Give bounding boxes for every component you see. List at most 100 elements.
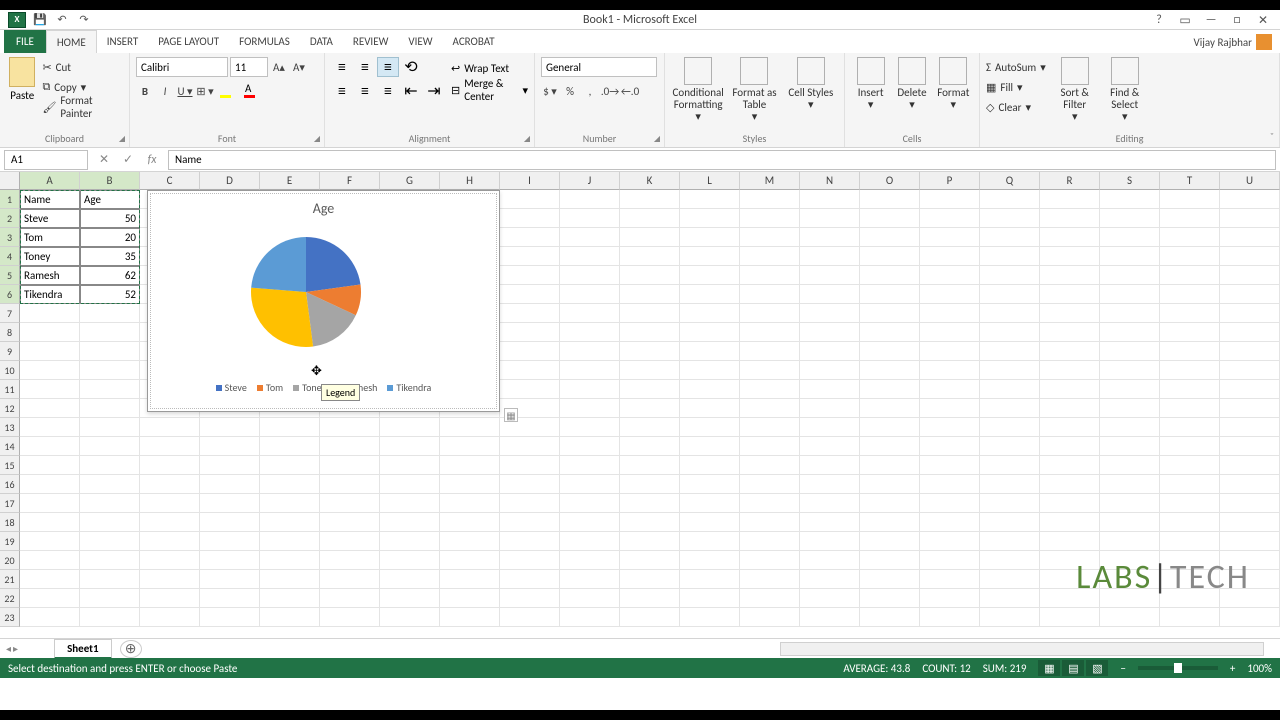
cell[interactable] — [620, 361, 680, 380]
cell[interactable] — [1160, 494, 1220, 513]
cell[interactable] — [1160, 304, 1220, 323]
conditional-formatting-button[interactable]: Conditional Formatting▾ — [671, 57, 725, 123]
cell[interactable] — [860, 342, 920, 361]
cell[interactable] — [20, 513, 80, 532]
close-icon[interactable]: ✕ — [1250, 10, 1276, 30]
cell[interactable] — [1160, 532, 1220, 551]
cell[interactable] — [500, 456, 560, 475]
cell[interactable] — [1220, 361, 1280, 380]
cell[interactable] — [80, 589, 140, 608]
cell[interactable] — [800, 399, 860, 418]
number-format-select[interactable]: General — [541, 57, 657, 77]
row-head-11[interactable]: 11 — [0, 380, 20, 399]
align-center-icon[interactable]: ≡ — [354, 81, 376, 101]
cell[interactable] — [740, 456, 800, 475]
cell[interactable] — [680, 361, 740, 380]
cell[interactable] — [800, 532, 860, 551]
find-select-button[interactable]: Find & Select▾ — [1104, 57, 1146, 123]
cell[interactable] — [440, 589, 500, 608]
cell[interactable] — [80, 570, 140, 589]
cell[interactable] — [1040, 380, 1100, 399]
cell[interactable] — [260, 418, 320, 437]
cell[interactable] — [320, 456, 380, 475]
cell[interactable] — [920, 323, 980, 342]
cell[interactable] — [80, 323, 140, 342]
cell[interactable] — [560, 513, 620, 532]
new-sheet-button[interactable]: ⊕ — [120, 640, 142, 658]
cell[interactable] — [800, 513, 860, 532]
cell[interactable] — [80, 532, 140, 551]
horizontal-scrollbar[interactable] — [780, 642, 1264, 656]
cell[interactable] — [920, 589, 980, 608]
row-head-1[interactable]: 1 — [0, 190, 20, 209]
clear-button[interactable]: ◇Clear ▾ — [986, 97, 1046, 117]
row-head-17[interactable]: 17 — [0, 494, 20, 513]
cell[interactable] — [140, 551, 200, 570]
cell[interactable] — [140, 456, 200, 475]
worksheet-grid[interactable]: ABCDEFGHIJKLMNOPQRSTU 123456789101112131… — [0, 172, 1280, 638]
cell[interactable] — [1220, 418, 1280, 437]
cell[interactable] — [380, 456, 440, 475]
cell[interactable] — [620, 190, 680, 209]
cell[interactable] — [980, 608, 1040, 627]
cell[interactable] — [1160, 437, 1220, 456]
cell[interactable] — [320, 532, 380, 551]
cell[interactable] — [500, 361, 560, 380]
page-break-view-icon[interactable]: ▧ — [1086, 660, 1108, 676]
format-as-table-button[interactable]: Format as Table▾ — [727, 57, 781, 123]
cell[interactable] — [680, 475, 740, 494]
cell[interactable] — [1160, 418, 1220, 437]
cell[interactable] — [800, 437, 860, 456]
cell[interactable] — [920, 494, 980, 513]
cell[interactable] — [800, 551, 860, 570]
cell[interactable] — [740, 570, 800, 589]
cell[interactable] — [560, 342, 620, 361]
cell[interactable] — [800, 342, 860, 361]
cell[interactable] — [1100, 437, 1160, 456]
pie-slice-Steve[interactable] — [306, 237, 360, 292]
cell[interactable] — [1220, 209, 1280, 228]
cell[interactable] — [680, 456, 740, 475]
cell[interactable] — [80, 342, 140, 361]
cell[interactable] — [740, 323, 800, 342]
borders-button[interactable]: ⊞ ▾ — [196, 81, 214, 101]
cell[interactable] — [740, 342, 800, 361]
next-sheet-icon[interactable]: ▸ — [13, 642, 18, 655]
cell[interactable] — [980, 456, 1040, 475]
excel-app-icon[interactable]: X — [8, 12, 26, 28]
cell[interactable] — [320, 437, 380, 456]
cell[interactable] — [560, 209, 620, 228]
insert-cells-button[interactable]: Insert▾ — [851, 57, 890, 111]
cell[interactable] — [680, 608, 740, 627]
cell[interactable] — [320, 551, 380, 570]
cell[interactable] — [800, 209, 860, 228]
row-head-14[interactable]: 14 — [0, 437, 20, 456]
cell[interactable] — [740, 285, 800, 304]
cell[interactable] — [560, 323, 620, 342]
cell[interactable] — [740, 437, 800, 456]
cell[interactable] — [1160, 456, 1220, 475]
fx-icon[interactable]: fx — [140, 150, 164, 170]
zoom-slider[interactable] — [1138, 666, 1218, 670]
cell[interactable] — [1220, 247, 1280, 266]
cell[interactable] — [1100, 190, 1160, 209]
cell[interactable] — [620, 475, 680, 494]
cell[interactable] — [560, 380, 620, 399]
cell[interactable] — [980, 247, 1040, 266]
cell[interactable] — [620, 247, 680, 266]
column-head-N[interactable]: N — [800, 172, 860, 190]
cell[interactable] — [620, 342, 680, 361]
cell[interactable] — [980, 266, 1040, 285]
cell[interactable] — [620, 532, 680, 551]
cell[interactable] — [860, 456, 920, 475]
cell[interactable] — [20, 380, 80, 399]
cell[interactable] — [980, 323, 1040, 342]
cell[interactable] — [1040, 209, 1100, 228]
cell[interactable] — [500, 342, 560, 361]
cell[interactable] — [920, 399, 980, 418]
column-head-S[interactable]: S — [1100, 172, 1160, 190]
cell[interactable] — [320, 608, 380, 627]
cell[interactable] — [680, 304, 740, 323]
cell[interactable] — [800, 304, 860, 323]
sheet-tab[interactable]: Sheet1 — [54, 639, 112, 659]
